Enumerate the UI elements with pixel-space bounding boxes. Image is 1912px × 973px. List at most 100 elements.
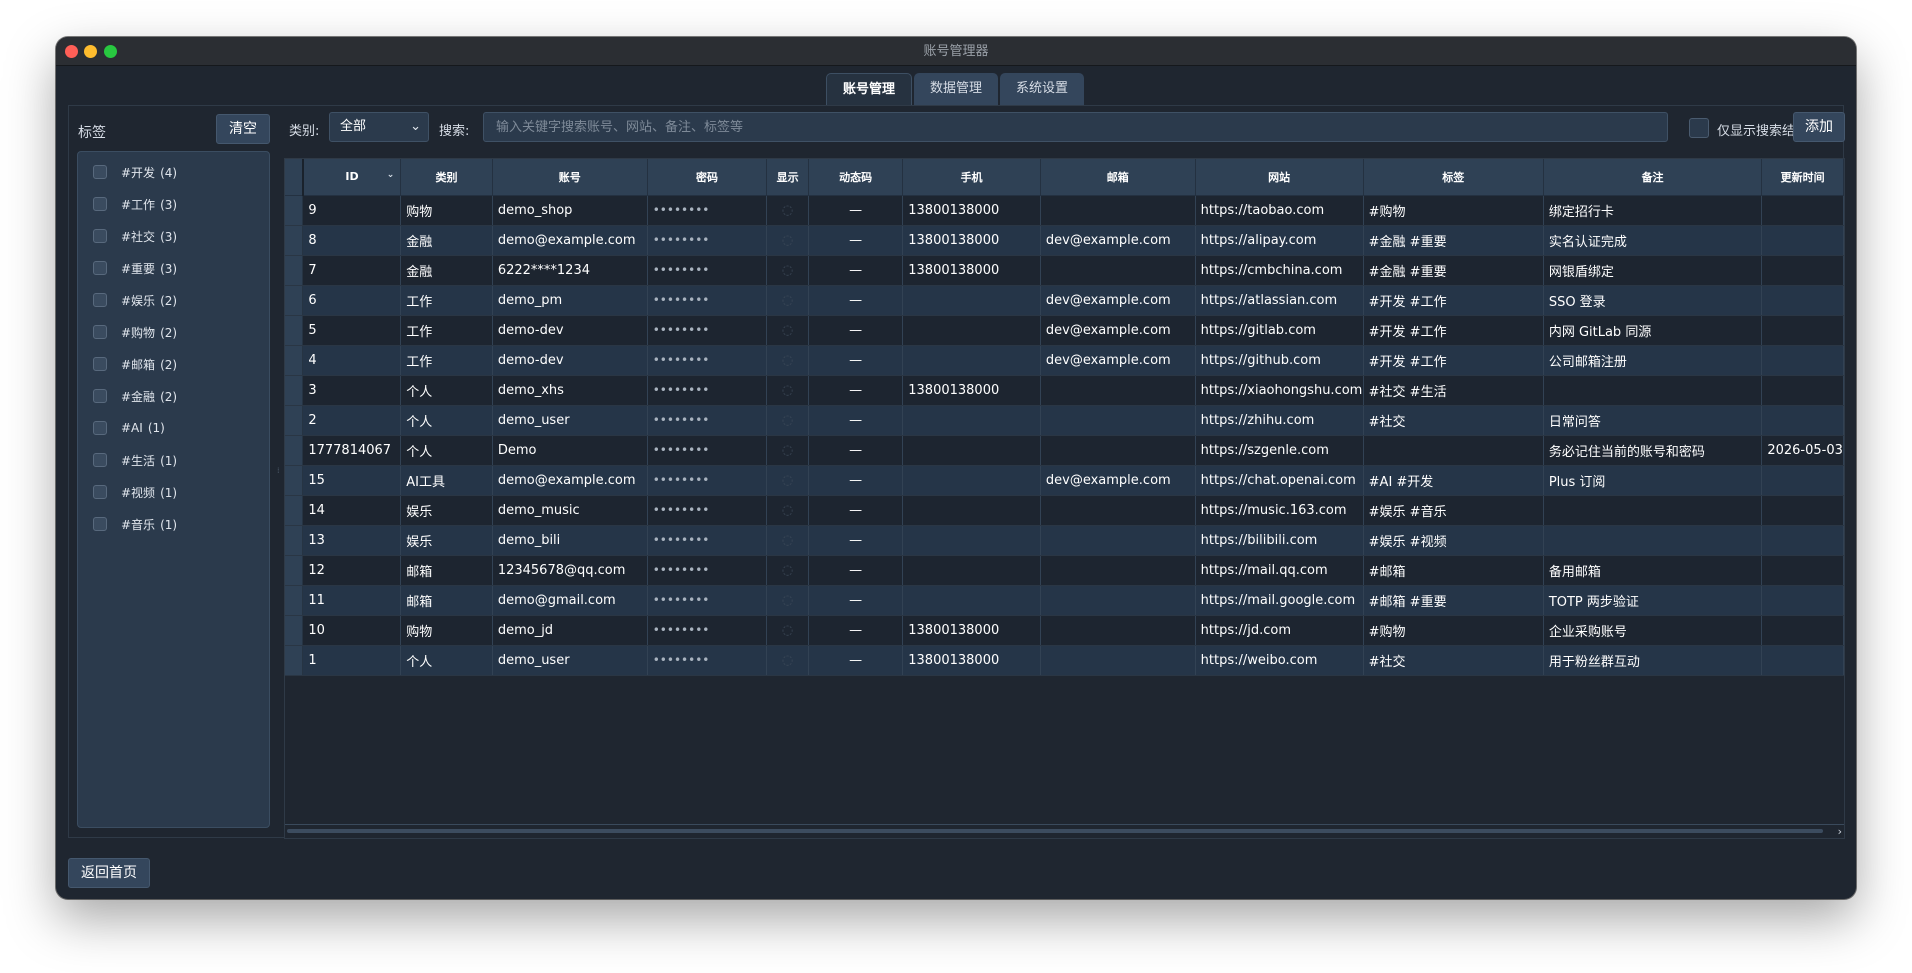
tag-checkbox[interactable] [93,165,107,179]
tag-filter-item[interactable]: #AI (1) [78,412,269,444]
search-input[interactable] [483,112,1668,142]
table-row[interactable]: 1 个人 demo_user •••••••• ◌ —13800138000 https:/… [285,645,1844,676]
tag-checkbox[interactable] [93,261,107,275]
tag-checkbox[interactable] [93,229,107,243]
tag-checkbox[interactable] [93,421,107,435]
eye-off-icon[interactable]: ◌ [782,653,793,668]
eye-off-icon[interactable]: ◌ [782,563,793,578]
tab-account-management[interactable]: 账号管理 [826,73,913,105]
horizontal-scrollbar[interactable]: › [285,824,1844,838]
scrollbar-thumb[interactable] [287,829,1823,833]
column-header[interactable]: 标签 [1363,159,1544,196]
eye-off-icon[interactable]: ◌ [782,473,793,488]
row-header[interactable] [285,375,304,406]
clear-tags-button[interactable]: 清空 [216,114,270,144]
column-header[interactable]: 显示 [766,159,809,196]
row-header[interactable] [285,555,304,586]
eye-off-icon[interactable]: ◌ [782,233,793,248]
row-header[interactable] [285,585,304,616]
table-row[interactable]: 10 购物 demo_jd •••••••• ◌ —13800138000 https://… [285,615,1844,646]
tag-filter-item[interactable]: #邮箱 (2) [78,348,269,380]
eye-off-icon[interactable]: ◌ [782,293,793,308]
splitter-handle[interactable]: ⁞ [277,466,280,475]
table-row[interactable]: 3 个人 demo_xhs •••••••• ◌ —13800138000 https://… [285,375,1844,406]
eye-off-icon[interactable]: ◌ [782,533,793,548]
tag-filter-item[interactable]: #工作 (3) [78,188,269,220]
table-row[interactable]: 7 金融 6222****1234 •••••••• ◌ —13800138000 http… [285,255,1844,286]
eye-off-icon[interactable]: ◌ [782,503,793,518]
row-header[interactable] [285,465,304,496]
column-header[interactable]: 账号 [492,159,648,196]
eye-off-icon[interactable]: ◌ [782,263,793,278]
cell-show-toggle[interactable]: ◌ [766,315,809,346]
tag-checkbox[interactable] [93,517,107,531]
cell-show-toggle[interactable]: ◌ [766,345,809,376]
column-header[interactable]: 类别 [400,159,493,196]
eye-off-icon[interactable]: ◌ [782,323,793,338]
tag-checkbox[interactable] [93,197,107,211]
back-home-button[interactable]: 返回首页 [68,858,150,888]
cell-show-toggle[interactable]: ◌ [766,555,809,586]
column-header[interactable]: ID ⌄ [302,159,402,196]
table-row[interactable]: 2 个人 demo_user •••••••• ◌ — https://zhihu.com #… [285,405,1844,436]
row-header[interactable] [285,525,304,556]
row-header[interactable] [285,495,304,526]
tag-checkbox[interactable] [93,293,107,307]
row-header[interactable] [285,345,304,376]
tag-filter-item[interactable]: #视频 (1) [78,476,269,508]
eye-off-icon[interactable]: ◌ [782,383,793,398]
tag-checkbox[interactable] [93,357,107,371]
table-corner[interactable] [285,159,304,196]
category-select[interactable]: 全部 ⌄ [329,112,429,142]
row-header[interactable] [285,615,304,646]
table-row[interactable]: 9 购物 demo_shop •••••••• ◌ —13800138000 https:/… [285,195,1844,226]
row-header[interactable] [285,315,304,346]
cell-show-toggle[interactable]: ◌ [766,195,809,226]
eye-off-icon[interactable]: ◌ [782,443,793,458]
table-row[interactable]: 11 邮箱 demo@gmail.com •••••••• ◌ — https://mail… [285,585,1844,616]
eye-off-icon[interactable]: ◌ [782,623,793,638]
tag-filter-item[interactable]: #娱乐 (2) [78,284,269,316]
tab-system-settings[interactable]: 系统设置 [1000,73,1085,105]
add-account-button[interactable]: 添加 [1793,112,1845,142]
cell-show-toggle[interactable]: ◌ [766,225,809,256]
column-header[interactable]: 备注 [1543,159,1763,196]
cell-show-toggle[interactable]: ◌ [766,285,809,316]
table-row[interactable]: 4 工作 demo-dev •••••••• ◌ — dev@example.com http… [285,345,1844,376]
row-header[interactable] [285,435,304,466]
tag-filter-item[interactable]: #生活 (1) [78,444,269,476]
row-header[interactable] [285,225,304,256]
tag-filter-item[interactable]: #金融 (2) [78,380,269,412]
tag-checkbox[interactable] [93,325,107,339]
tag-filter-item[interactable]: #社交 (3) [78,220,269,252]
cell-show-toggle[interactable]: ◌ [766,495,809,526]
table-row[interactable]: 13 娱乐 demo_bili •••••••• ◌ — https://bilibili.… [285,525,1844,556]
eye-off-icon[interactable]: ◌ [782,353,793,368]
table-row[interactable]: 12 邮箱 12345678@qq.com •••••••• ◌ — https://mai… [285,555,1844,586]
cell-show-toggle[interactable]: ◌ [766,585,809,616]
table-row[interactable]: 5 工作 demo-dev •••••••• ◌ — dev@example.com http… [285,315,1844,346]
column-header[interactable]: 动态码 [808,159,904,196]
column-header[interactable]: 密码 [647,159,768,196]
row-header[interactable] [285,255,304,286]
column-header[interactable]: 邮箱 [1040,159,1196,196]
tag-checkbox[interactable] [93,453,107,467]
cell-show-toggle[interactable]: ◌ [766,255,809,286]
scroll-right-icon[interactable]: › [1838,825,1842,838]
eye-off-icon[interactable]: ◌ [782,413,793,428]
column-header[interactable]: 手机 [902,159,1041,196]
table-row[interactable]: 6 工作 demo_pm •••••••• ◌ — dev@example.com https… [285,285,1844,316]
column-header[interactable]: 网站 [1195,159,1364,196]
table-row[interactable]: 14 娱乐 demo_music •••••••• ◌ — https://music.16… [285,495,1844,526]
eye-off-icon[interactable]: ◌ [782,203,793,218]
tag-filter-item[interactable]: #购物 (2) [78,316,269,348]
tag-checkbox[interactable] [93,389,107,403]
tag-filter-item[interactable]: #音乐 (1) [78,508,269,540]
row-header[interactable] [285,405,304,436]
column-header[interactable]: 更新时间 [1761,159,1844,196]
tab-data-management[interactable]: 数据管理 [914,73,999,105]
tag-filter-item[interactable]: #重要 (3) [78,252,269,284]
row-header[interactable] [285,285,304,316]
row-header[interactable] [285,645,304,676]
table-row[interactable]: 15 AI工具 demo@example.com •••••••• ◌ — dev@exam… [285,465,1844,496]
